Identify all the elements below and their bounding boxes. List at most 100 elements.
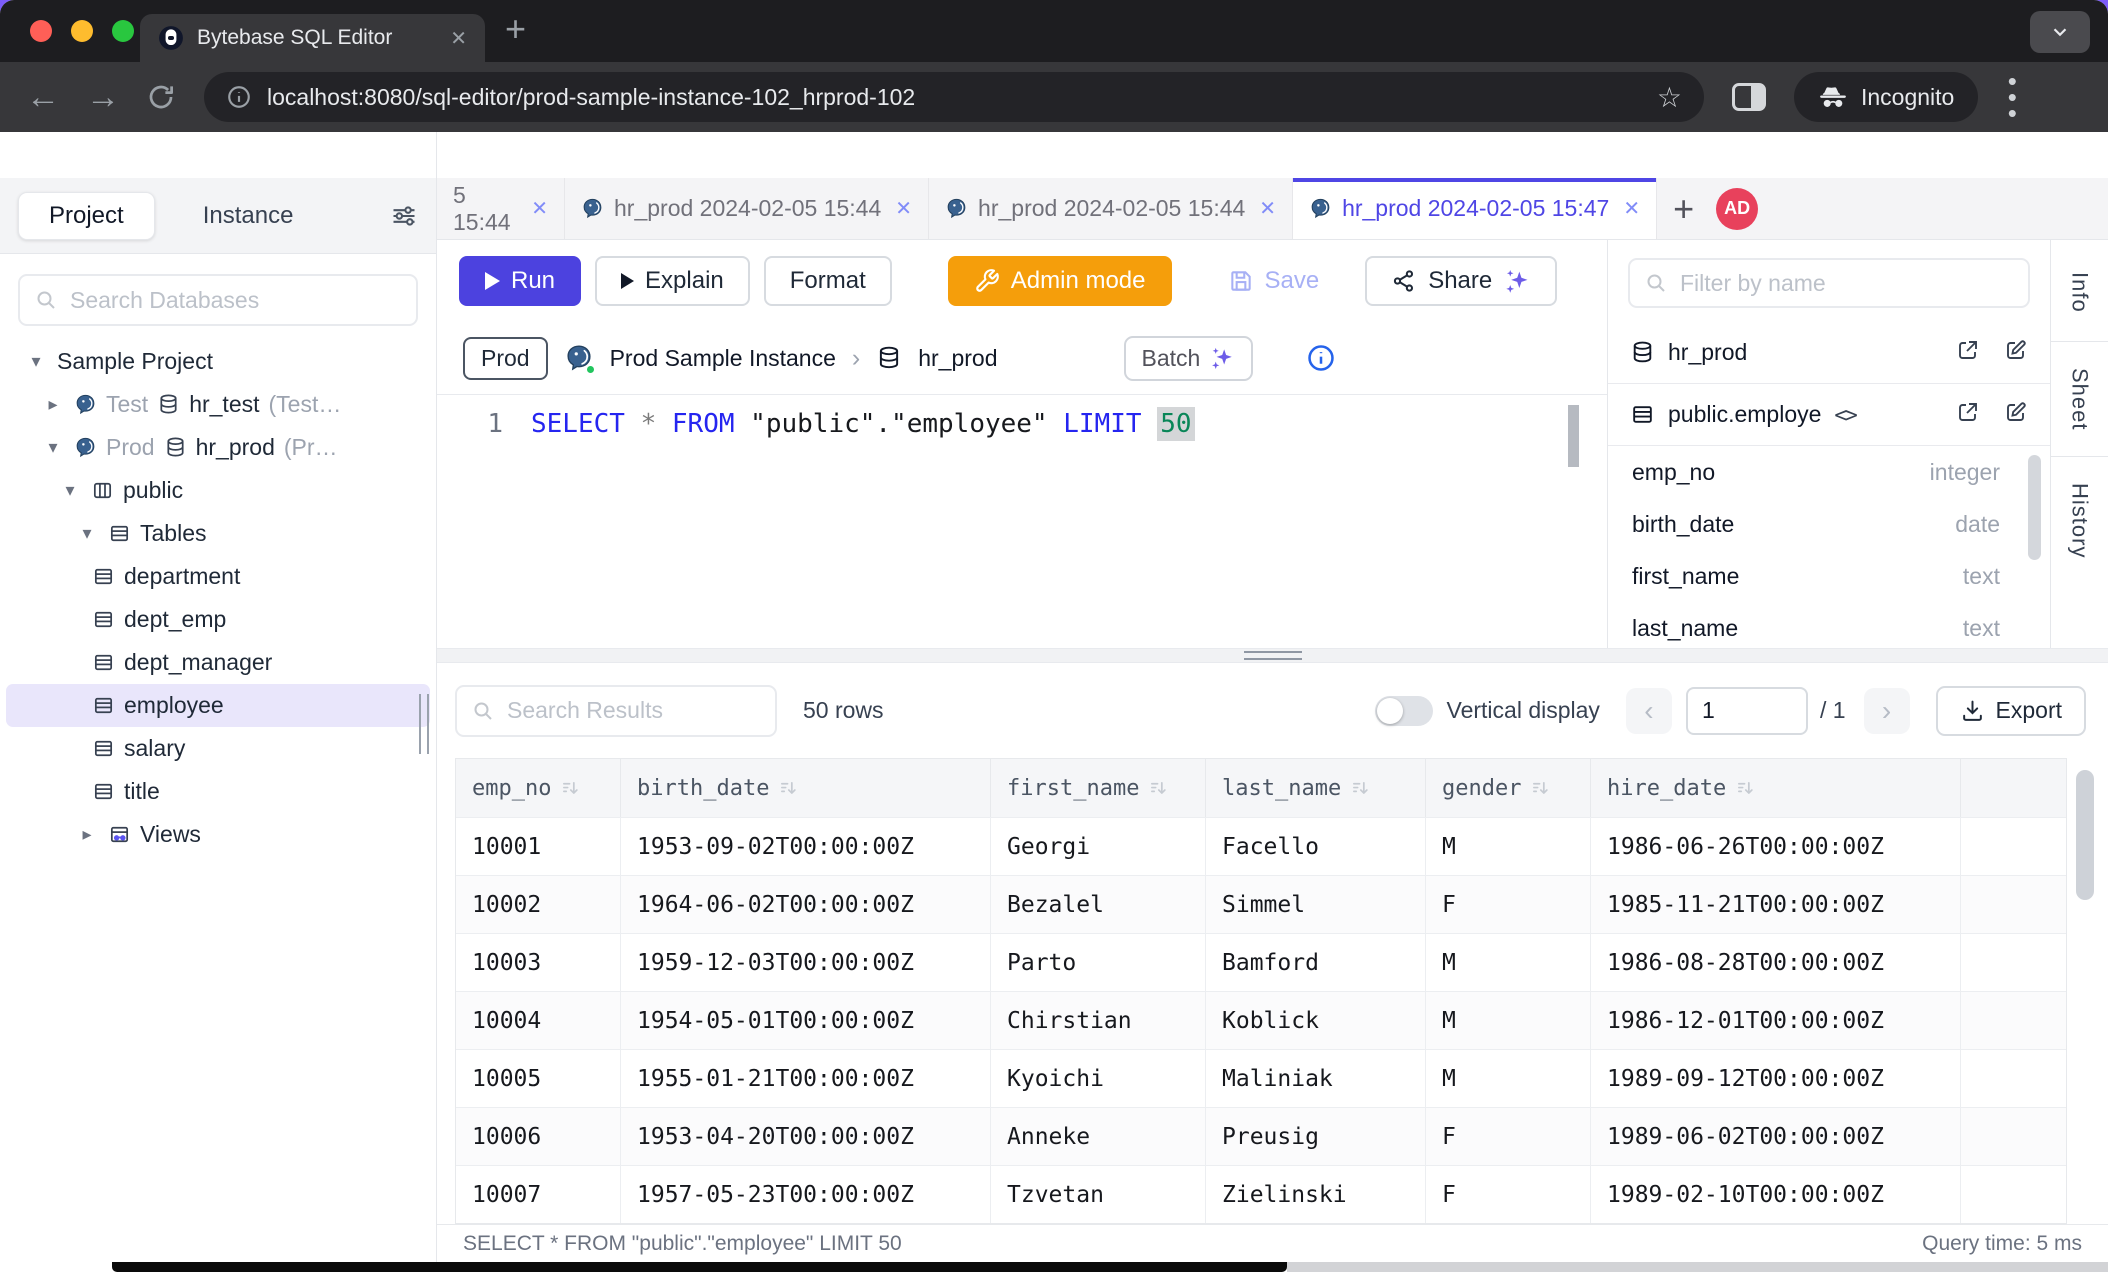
- database-name[interactable]: hr_prod: [918, 345, 997, 372]
- editor-tab[interactable]: hr_prod 2024-02-05 15:44✕: [565, 178, 929, 239]
- save-button[interactable]: Save: [1212, 256, 1336, 306]
- schema-filter-input[interactable]: [1680, 270, 2014, 297]
- external-link-icon[interactable]: [1956, 400, 1980, 430]
- tree-item[interactable]: ▸Testhr_test(Test…: [6, 383, 430, 426]
- editor-tab[interactable]: hr_prod 2024-02-05 15:44✕: [929, 178, 1293, 239]
- close-tab-icon[interactable]: ✕: [1623, 196, 1640, 221]
- tree-item[interactable]: employee: [6, 684, 430, 727]
- caret-down-icon[interactable]: ▾: [58, 480, 82, 501]
- schema-filter[interactable]: [1628, 258, 2030, 308]
- caret-down-icon[interactable]: ▾: [41, 437, 65, 458]
- results-scrollbar[interactable]: [2076, 770, 2094, 900]
- code-icon[interactable]: <>: [1834, 403, 1855, 427]
- tree-item[interactable]: ▾Prodhr_prod(Pr…: [6, 426, 430, 469]
- close-tab-icon[interactable]: ✕: [531, 196, 548, 221]
- column-row[interactable]: birth_datedate: [1608, 498, 2050, 550]
- panel-divider[interactable]: [437, 648, 2108, 663]
- tab-instance[interactable]: Instance: [203, 202, 294, 230]
- tree-item[interactable]: ▸Views: [6, 813, 430, 856]
- sidebar-resize-handle[interactable]: [419, 694, 429, 754]
- site-info-icon[interactable]: [226, 84, 252, 110]
- admin-mode-button[interactable]: Admin mode: [948, 256, 1172, 306]
- edit-icon[interactable]: [2004, 400, 2028, 430]
- batch-button[interactable]: Batch: [1124, 336, 1254, 381]
- column-header[interactable]: gender: [1426, 759, 1591, 817]
- column-header[interactable]: first_name: [991, 759, 1206, 817]
- minimize-window-button[interactable]: [71, 20, 93, 42]
- sort-icon[interactable]: [561, 779, 580, 798]
- table-row[interactable]: 100071957-05-23T00:00:00ZTzvetanZielinsk…: [456, 1165, 2066, 1223]
- format-button[interactable]: Format: [764, 256, 892, 306]
- tree-item[interactable]: dept_manager: [6, 641, 430, 684]
- forward-icon[interactable]: →: [86, 80, 120, 114]
- url-text[interactable]: localhost:8080/sql-editor/prod-sample-in…: [267, 84, 1642, 111]
- drag-handle-icon[interactable]: [1244, 651, 1302, 660]
- column-header[interactable]: hire_date: [1591, 759, 1961, 817]
- zoom-window-button[interactable]: [112, 20, 134, 42]
- caret-down-icon[interactable]: ▾: [75, 523, 99, 544]
- prev-page-icon[interactable]: ‹: [1626, 688, 1672, 734]
- sort-icon[interactable]: [1531, 779, 1550, 798]
- sql-code[interactable]: SELECT * FROM "public"."employee" LIMIT …: [503, 409, 1195, 439]
- panel-table-row[interactable]: public.employe <>: [1608, 384, 2050, 446]
- run-button[interactable]: Run: [459, 256, 581, 306]
- tree-item[interactable]: ▾public: [6, 469, 430, 512]
- user-avatar[interactable]: AD: [1716, 188, 1758, 230]
- table-row[interactable]: 100061953-04-20T00:00:00ZAnnekePreusigF1…: [456, 1107, 2066, 1165]
- browser-tab[interactable]: Bytebase SQL Editor ✕: [140, 14, 485, 62]
- results-search[interactable]: [455, 685, 777, 737]
- sort-icon[interactable]: [1351, 779, 1370, 798]
- tree-item[interactable]: salary: [6, 727, 430, 770]
- external-link-icon[interactable]: [1956, 338, 1980, 368]
- reload-icon[interactable]: [146, 82, 176, 112]
- sort-icon[interactable]: [779, 779, 798, 798]
- side-panel-icon[interactable]: [1732, 83, 1766, 111]
- close-browser-tab-icon[interactable]: ✕: [450, 26, 467, 51]
- caret-right-icon[interactable]: ▸: [41, 394, 65, 415]
- tab-sheet[interactable]: Sheet: [2051, 341, 2108, 458]
- table-row[interactable]: 100021964-06-02T00:00:00ZBezalelSimmelF1…: [456, 875, 2066, 933]
- info-icon[interactable]: [1305, 342, 1337, 374]
- explain-button[interactable]: Explain: [595, 256, 750, 306]
- tree-item[interactable]: ▾Tables: [6, 512, 430, 555]
- column-row[interactable]: last_nametext: [1608, 602, 2050, 654]
- tab-info[interactable]: Info: [2051, 254, 2108, 331]
- editor-tab[interactable]: hr_prod 2024-02-05 15:47✕: [1293, 178, 1657, 239]
- tab-search-chevron-icon[interactable]: [2030, 11, 2090, 53]
- next-page-icon[interactable]: ›: [1864, 688, 1910, 734]
- vertical-display-toggle[interactable]: [1375, 696, 1433, 726]
- results-search-input[interactable]: [507, 697, 761, 724]
- sort-icon[interactable]: [1736, 779, 1755, 798]
- address-bar[interactable]: localhost:8080/sql-editor/prod-sample-in…: [204, 72, 1704, 122]
- table-row[interactable]: 100051955-01-21T00:00:00ZKyoichiMaliniak…: [456, 1049, 2066, 1107]
- export-button[interactable]: Export: [1936, 686, 2086, 736]
- tree-item[interactable]: ▾Sample Project: [6, 340, 430, 383]
- close-tab-icon[interactable]: ✕: [895, 196, 912, 221]
- caret-right-icon[interactable]: ▸: [75, 824, 99, 845]
- database-search[interactable]: [18, 274, 418, 326]
- column-header[interactable]: birth_date: [621, 759, 991, 817]
- editor-scrollbar[interactable]: [1568, 405, 1579, 467]
- column-row[interactable]: emp_nointeger: [1608, 446, 2050, 498]
- instance-name[interactable]: Prod Sample Instance: [610, 345, 836, 372]
- filter-settings-icon[interactable]: [390, 202, 418, 230]
- page-input[interactable]: [1686, 687, 1808, 735]
- table-row[interactable]: 100031959-12-03T00:00:00ZPartoBamfordM19…: [456, 933, 2066, 991]
- window-controls[interactable]: [30, 20, 134, 42]
- caret-down-icon[interactable]: ▾: [24, 351, 48, 372]
- browser-menu-icon[interactable]: •••: [2002, 73, 2022, 121]
- column-header[interactable]: last_name: [1206, 759, 1426, 817]
- sort-icon[interactable]: [1149, 779, 1168, 798]
- sql-editor[interactable]: 1 SELECT * FROM "public"."employee" LIMI…: [437, 394, 1607, 648]
- close-tab-icon[interactable]: ✕: [1259, 196, 1276, 221]
- tab-history[interactable]: History: [2051, 457, 2108, 584]
- panel-database-row[interactable]: hr_prod: [1608, 322, 2050, 384]
- table-row[interactable]: 100041954-05-01T00:00:00ZChirstianKoblic…: [456, 991, 2066, 1049]
- table-row[interactable]: 100011953-09-02T00:00:00ZGeorgiFacelloM1…: [456, 817, 2066, 875]
- editor-tab[interactable]: 5 15:44✕: [437, 178, 565, 239]
- tab-project[interactable]: Project: [18, 192, 155, 240]
- new-browser-tab-icon[interactable]: +: [505, 8, 526, 50]
- panel-scrollbar[interactable]: [2028, 455, 2041, 560]
- share-button[interactable]: Share: [1365, 256, 1557, 306]
- close-window-button[interactable]: [30, 20, 52, 42]
